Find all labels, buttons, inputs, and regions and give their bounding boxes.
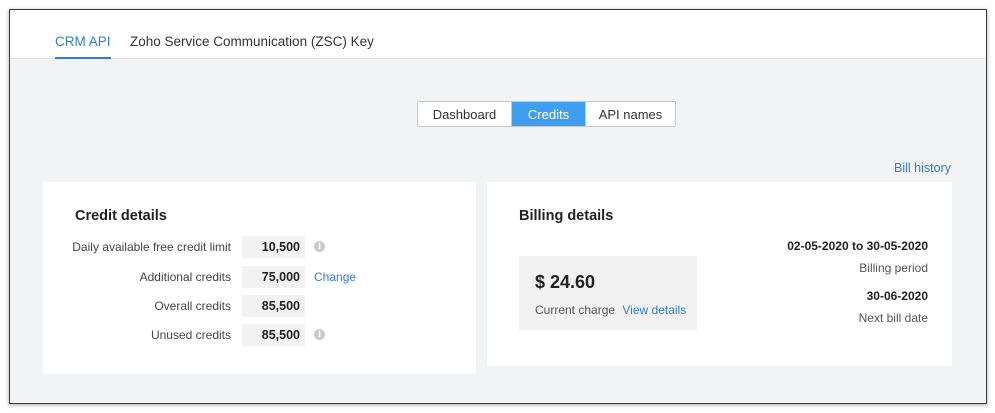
credit-row-value: 10,500: [242, 236, 305, 258]
top-tab-bar: CRM API Zoho Service Communication (ZSC)…: [10, 10, 986, 59]
credit-row-value: 75,000: [242, 266, 305, 288]
next-bill: 30-06-2020 Next bill date: [859, 289, 928, 325]
tab-crm-api[interactable]: CRM API: [55, 34, 111, 59]
segment-api-names[interactable]: API names: [586, 102, 675, 126]
credit-row-label: Additional credits: [139, 270, 231, 284]
credit-row-label: Overall credits: [154, 299, 231, 313]
credit-details-card: Credit details Daily available free cred…: [43, 182, 476, 374]
billing-details-title: Billing details: [519, 208, 614, 224]
credit-row-overall: Overall credits 85,500: [43, 295, 476, 317]
credit-row-label: Unused credits: [150, 328, 231, 342]
change-credits-link[interactable]: Change: [314, 270, 356, 284]
api-credits-window: CRM API Zoho Service Communication (ZSC)…: [9, 9, 987, 404]
segment-dashboard[interactable]: Dashboard: [418, 102, 512, 126]
credit-row-value: 85,500: [242, 324, 305, 346]
current-charge-label-row: Current charge View details: [535, 303, 686, 317]
credit-details-title: Credit details: [75, 208, 167, 224]
next-bill-date-label: Next bill date: [858, 311, 928, 325]
credit-row-value: 85,500: [242, 295, 305, 317]
view-details-link[interactable]: View details: [622, 303, 686, 317]
credit-row-daily-limit: Daily available free credit limit 10,500…: [43, 236, 476, 258]
segment-credits[interactable]: Credits: [512, 102, 586, 126]
next-bill-date-value: 30-06-2020: [866, 289, 928, 303]
billing-period: 02-05-2020 to 30-05-2020 Billing period: [787, 239, 928, 275]
bill-history-link[interactable]: Bill history: [894, 161, 951, 175]
credit-row-additional: Additional credits 75,000 Change: [43, 266, 476, 288]
billing-period-value: 02-05-2020 to 30-05-2020: [787, 239, 928, 253]
view-switcher: Dashboard Credits API names: [417, 101, 676, 127]
credit-row-label: Daily available free credit limit: [72, 240, 231, 254]
current-charge-label: Current charge: [535, 303, 616, 317]
billing-period-label: Billing period: [859, 261, 928, 275]
info-icon[interactable]: i: [314, 241, 325, 252]
current-charge-box: $ 24.60 Current charge View details: [519, 256, 697, 330]
tab-zsc-key[interactable]: Zoho Service Communication (ZSC) Key: [130, 34, 374, 49]
current-charge-amount: $ 24.60: [535, 272, 596, 292]
credit-row-unused: Unused credits 85,500 i: [43, 324, 476, 346]
info-icon[interactable]: i: [314, 329, 325, 340]
billing-details-card: Billing details $ 24.60 Current charge V…: [487, 182, 952, 366]
